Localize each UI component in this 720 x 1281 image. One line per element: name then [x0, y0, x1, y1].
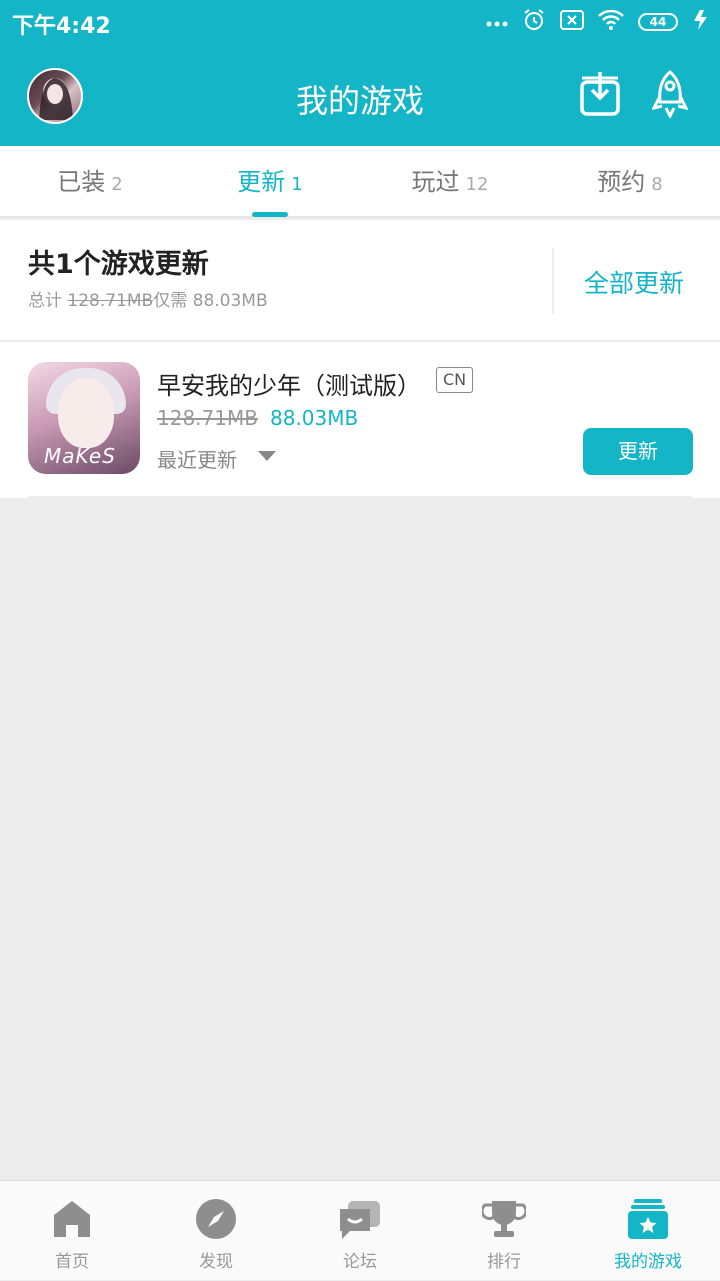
summary-size: 总计 128.71MB仅需 88.03MB: [28, 286, 268, 311]
game-logo-text: MaKeS: [44, 444, 116, 468]
tab-count: 1: [291, 174, 303, 195]
tab-label: 更新: [237, 168, 286, 196]
wifi-icon: [598, 9, 624, 34]
tab-played[interactable]: 玩过 12: [360, 146, 540, 218]
total-size: 128.71MB: [67, 291, 154, 311]
divider: [28, 496, 693, 498]
tab-installed[interactable]: 已装 2: [0, 146, 180, 218]
active-tab-indicator: [252, 212, 288, 217]
status-bar: 下午4:42 44: [0, 0, 720, 44]
rocket-boost-icon[interactable]: [651, 70, 696, 120]
status-time: 下午4:42: [12, 14, 111, 39]
tab-count: 12: [465, 174, 489, 195]
game-new-size: 88.03MB: [270, 406, 359, 430]
region-badge: CN: [436, 367, 474, 393]
tab-reserved[interactable]: 预约 8: [540, 146, 720, 218]
nav-label: 发现: [199, 1252, 233, 1272]
tab-count: 8: [651, 174, 663, 195]
game-name: 早安我的少年（测试版）: [157, 372, 421, 400]
nav-label: 我的游戏: [614, 1252, 682, 1272]
update-all-button[interactable]: 全部更新: [584, 264, 684, 300]
tab-bar: 已装 2 更新 1 玩过 12 预约 8: [0, 146, 720, 218]
compass-icon: [196, 1199, 236, 1239]
update-button[interactable]: 更新: [583, 428, 693, 475]
app-header: 下午4:42 44 我的游戏: [0, 0, 720, 146]
more-dots-icon: [486, 13, 508, 32]
nav-label: 论坛: [343, 1252, 377, 1272]
total-label: 总计: [28, 291, 62, 311]
update-summary: 共1个游戏更新 总计 128.71MB仅需 88.03MB 全部更新: [0, 220, 720, 340]
nav-label: 首页: [55, 1252, 89, 1272]
nav-forum[interactable]: 论坛: [288, 1181, 432, 1281]
game-update-item[interactable]: MaKeS 早安我的少年（测试版） CN 128.71MB 88.03MB 最近…: [0, 342, 720, 498]
home-icon: [54, 1201, 90, 1237]
divider: [552, 248, 554, 314]
chevron-down-icon[interactable]: [258, 451, 276, 461]
chat-bubbles-icon: [340, 1201, 380, 1239]
battery-icon: 44: [638, 13, 678, 31]
needed-size: 88.03MB: [192, 291, 268, 311]
tab-label: 预约: [597, 168, 646, 196]
only-label: 仅需: [153, 291, 188, 311]
tab-updates[interactable]: 更新 1: [180, 146, 360, 218]
bottom-nav: 首页 发现 论坛 排行 我的游戏: [0, 1180, 720, 1280]
charging-icon: [692, 9, 710, 35]
download-manager-icon[interactable]: [580, 70, 624, 118]
nav-my-games[interactable]: 我的游戏: [576, 1181, 720, 1281]
game-icon[interactable]: MaKeS: [28, 362, 140, 474]
game-art-face: [58, 378, 114, 448]
tab-label: 玩过: [411, 168, 460, 196]
no-sim-icon: [560, 10, 584, 34]
alarm-icon: [522, 8, 546, 36]
nav-home[interactable]: 首页: [0, 1181, 144, 1281]
recent-update-toggle[interactable]: 最近更新: [157, 444, 237, 473]
trophy-icon: [482, 1201, 526, 1237]
nav-ranking[interactable]: 排行: [432, 1181, 576, 1281]
game-old-size: 128.71MB: [157, 406, 258, 430]
summary-title: 共1个游戏更新: [28, 249, 209, 280]
game-library-icon: [628, 1199, 668, 1239]
nav-label: 排行: [487, 1252, 521, 1272]
tab-label: 已装: [57, 168, 106, 196]
nav-discover[interactable]: 发现: [144, 1181, 288, 1281]
status-icons: 44: [486, 8, 710, 36]
tab-count: 2: [111, 174, 123, 195]
